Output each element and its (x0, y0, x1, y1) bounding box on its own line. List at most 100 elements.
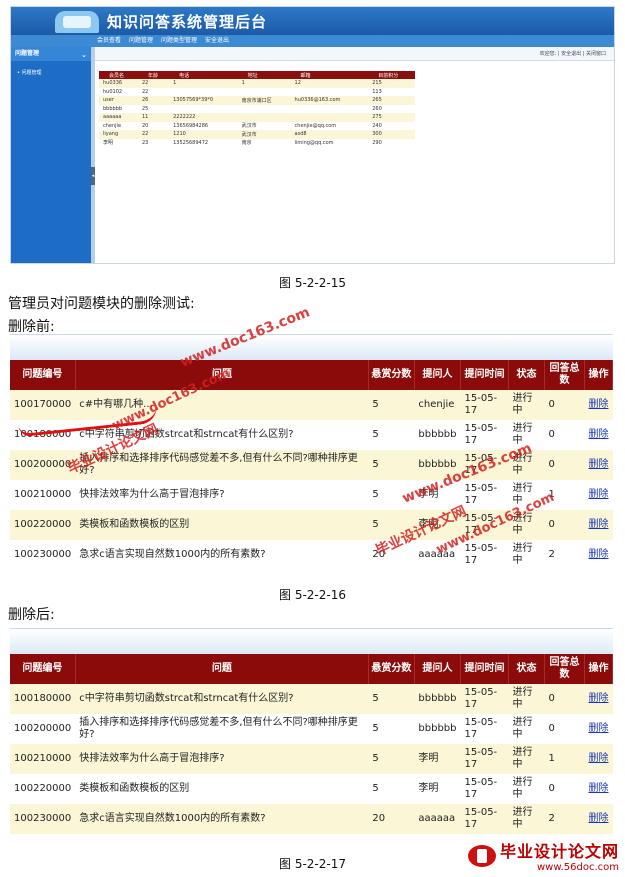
cell-answer-count: 0 (544, 390, 585, 420)
cell-reward: 20 (368, 540, 415, 570)
cell-question-id: 100220000 (10, 510, 76, 540)
cell-status: 进行中 (508, 774, 545, 804)
table-row: aaaaaa 11 2222222 275 (99, 113, 415, 122)
cell-answer-count: 0 (544, 450, 585, 480)
footer-logo: 毕业设计论文网 www.56doc.com (467, 838, 619, 873)
sidebar-header-label: 问题管理 (15, 50, 40, 57)
col-reward: 悬赏分数 (368, 360, 415, 390)
cell-asker: 李明 (414, 510, 461, 540)
table-row: chenjie 20 13656984286 武汉市 chenjie@qq.com 240 (99, 122, 415, 131)
cell-address (237, 113, 291, 122)
table-row: 100220000 类模板和函数模板的区别 5 李明 15-05-17 进行中 0 删除 (10, 510, 613, 540)
col-question: 问题 (75, 654, 369, 684)
delete-link[interactable]: 删除 (584, 684, 613, 714)
nav-question-manage[interactable]: 问题管理 (129, 35, 153, 47)
col-action: 操作 (584, 654, 613, 684)
nav-question-type-manage[interactable]: 问题类型管理 (161, 35, 197, 47)
cell-answer-count: 2 (544, 804, 585, 834)
table-row: 100200000 插入排序和选择排序代码感觉差不多,但有什么不同?哪种排序更好?… (10, 450, 613, 480)
cell-question: 急求c语言实现自然数1000内的所有素数? (75, 804, 369, 834)
cell-status: 进行中 (508, 744, 545, 774)
delete-link[interactable]: 删除 (584, 420, 613, 450)
table-row: 100230000 急求c语言实现自然数1000内的所有素数? 20 aaaaaa 15… (10, 804, 613, 834)
cell-address: 武汉市 (241, 123, 257, 130)
cell-username: liyang (99, 130, 138, 139)
col-ask-time: 提问时间 (460, 360, 509, 390)
cell-ask-time: 15-05-17 (460, 684, 509, 714)
col-age: 年龄 (137, 71, 170, 79)
question-table-after: 问题编号 问题 悬赏分数 提问人 提问时间 状态 回答总数 操作 1001800… (10, 654, 613, 834)
before-delete-screenshot: 问题编号 问题 悬赏分数 提问人 提问时间 状态 回答总数 操作 1001700… (10, 334, 613, 570)
cell-ask-time: 15-05-17 (460, 420, 509, 450)
cell-reward: 5 (368, 744, 415, 774)
cell-phone: 1 (169, 79, 238, 88)
cell-phone (169, 105, 238, 114)
cell-reward: 5 (368, 774, 415, 804)
cell-username: hu0102 (103, 88, 123, 95)
cell-question: 类模板和函数模板的区别 (75, 774, 369, 804)
cell-asker: bbbbbb (414, 420, 461, 450)
admin-screenshot: 知识问答系统管理后台 会员查看 问题管理 问题类型管理 安全退出 问题管理 ⌄ … (10, 6, 615, 264)
footer-text: 毕业设计论文网 www.56doc.com (500, 838, 619, 873)
cell-answer-count: 0 (544, 684, 585, 714)
cell-status: 进行中 (508, 804, 545, 834)
cell-age: 22 (137, 79, 170, 88)
delete-link[interactable]: 删除 (584, 390, 613, 420)
cell-answer-count: 0 (544, 510, 585, 540)
table-row: 100180000 c中字符串剪切函数strcat和strncat有什么区别? 5 b… (10, 684, 613, 714)
col-reward: 悬赏分数 (368, 654, 415, 684)
cell-ask-time: 15-05-17 (460, 804, 509, 834)
delete-link[interactable]: 删除 (584, 540, 613, 570)
cell-age: 23 (141, 139, 149, 146)
nav-logout[interactable]: 安全退出 (205, 35, 229, 47)
cell-status: 进行中 (508, 420, 545, 450)
cell-reward: 5 (368, 714, 415, 744)
cell-status: 进行中 (508, 714, 545, 744)
after-delete-screenshot: 问题编号 问题 悬赏分数 提问人 提问时间 状态 回答总数 操作 1001800… (10, 628, 613, 834)
cell-points: 240 (372, 122, 382, 129)
col-question-id: 问题编号 (10, 654, 76, 684)
admin-topbar[interactable]: 欢迎您: | 安全退出 | 关闭窗口 (95, 47, 614, 61)
table-row: hu0102 22 113 (99, 88, 415, 97)
page-top-bar (10, 334, 613, 360)
cell-asker: 李明 (414, 744, 461, 774)
cell-username: hu0336 (99, 79, 138, 88)
admin-nav: 会员查看 问题管理 问题类型管理 安全退出 (11, 35, 614, 47)
cell-phone: 13057569*39*0 (169, 96, 238, 105)
delete-link[interactable]: 删除 (584, 450, 613, 480)
cell-username: aaaaaa (99, 113, 138, 122)
cell-answer-count: 1 (544, 480, 585, 510)
cell-answer-count: 0 (544, 774, 585, 804)
delete-link[interactable]: 删除 (584, 480, 613, 510)
delete-link[interactable]: 删除 (584, 774, 613, 804)
delete-link[interactable]: 删除 (584, 714, 613, 744)
sidebar-header[interactable]: 问题管理 ⌄ (11, 47, 91, 61)
col-answer-count: 回答总数 (544, 654, 585, 684)
table-row: user 26 13057569*39*0 南京市浦口区 hu0336@163.com 2… (99, 96, 415, 105)
cell-age: 26 (137, 96, 170, 105)
cell-question-id: 100210000 (10, 744, 76, 774)
cell-reward: 5 (368, 420, 415, 450)
delete-link[interactable]: 删除 (584, 510, 613, 540)
cell-question: 插入排序和选择排序代码感觉差不多,但有什么不同?哪种排序更好? (75, 714, 369, 744)
cell-question: 插入排序和选择排序代码感觉差不多,但有什么不同?哪种排序更好? (75, 450, 369, 480)
delete-link[interactable]: 删除 (584, 804, 613, 834)
admin-title: 知识问答系统管理后台 (107, 13, 268, 31)
cell-ask-time: 15-05-17 (460, 540, 509, 570)
cell-asker: chenjie (414, 390, 461, 420)
cell-asker: bbbbbb (414, 450, 461, 480)
cell-email: chenjie@qq.com (294, 122, 337, 129)
chevron-down-icon[interactable]: ⌄ (81, 48, 87, 62)
cell-question: 快排法效率为什么高于冒泡排序? (75, 744, 369, 774)
nav-member-view[interactable]: 会员查看 (97, 35, 121, 47)
cell-points: 290 (372, 139, 382, 146)
admin-body: 问题管理 ⌄ • 问题管理 ◂ 欢迎您: | 安全退出 | 关闭窗口 会员名 年… (11, 47, 614, 263)
cell-age: 22 (141, 88, 149, 95)
cell-email: 12 (290, 79, 369, 88)
sidebar-item-question-manage[interactable]: • 问题管理 (11, 69, 91, 76)
col-address: 地址 (237, 71, 291, 79)
delete-link[interactable]: 删除 (584, 744, 613, 774)
cell-status: 进行中 (508, 480, 545, 510)
admin-main: 欢迎您: | 安全退出 | 关闭窗口 会员名 年龄 电话 地址 邮箱 目前积分 … (95, 47, 614, 263)
cell-asker: bbbbbb (414, 684, 461, 714)
